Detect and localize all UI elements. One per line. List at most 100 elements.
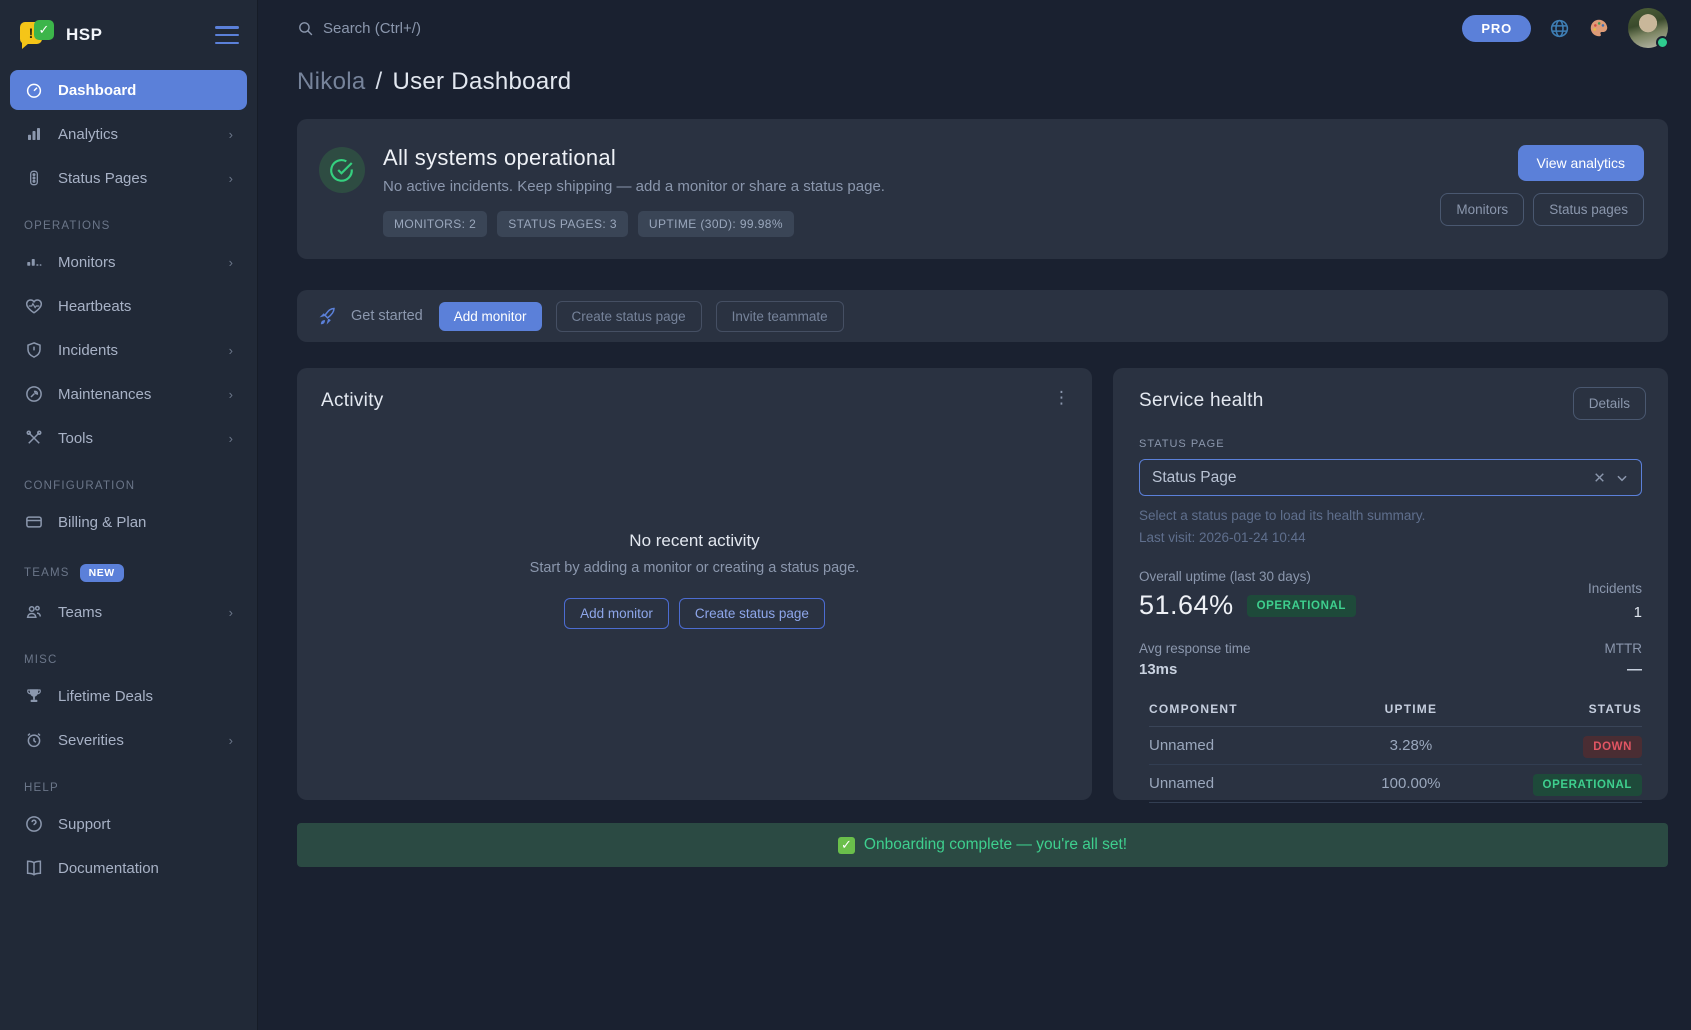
traffic-light-icon [24,169,44,187]
sidebar-item-dashboard[interactable]: Dashboard [10,70,247,110]
sidebar-item-support[interactable]: Support [10,804,247,844]
component-table: COMPONENT UPTIME STATUS Unnamed 3.28% DO… [1149,694,1642,803]
invite-teammate-button[interactable]: Invite teammate [716,301,844,332]
sidebar-section-teams: TEAMS NEW [10,546,247,592]
sidebar-item-heartbeats[interactable]: Heartbeats [10,286,247,326]
uptime-label: Overall uptime (last 30 days) [1139,569,1356,584]
chevron-right-icon: › [229,387,233,402]
rocket-icon [319,307,337,325]
sidebar-item-label: Teams [58,604,102,621]
heartbeat-icon [24,297,44,315]
signal-bars-icon [24,253,44,271]
palette-icon[interactable] [1588,17,1610,39]
sidebar-item-monitors[interactable]: Monitors › [10,242,247,282]
empty-add-monitor-button[interactable]: Add monitor [564,598,669,629]
clear-icon[interactable] [1593,471,1606,484]
sidebar-item-label: Incidents [58,342,118,359]
sidebar-section-help: HELP [10,764,247,804]
sidebar-item-lifetime-deals[interactable]: Lifetime Deals [10,676,247,716]
status-page-select-value: Status Page [1152,469,1236,487]
sidebar-item-documentation[interactable]: Documentation [10,848,247,888]
sidebar-item-label: Analytics [58,126,118,143]
breadcrumb-separator: / [376,68,383,96]
hamburger-menu-icon[interactable] [215,26,239,44]
brand-name: HSP [66,25,215,45]
sidebar-section-misc: MISC [10,636,247,676]
empty-create-status-page-button[interactable]: Create status page [679,598,825,629]
chevron-right-icon: › [229,343,233,358]
down-status-badge: DOWN [1583,736,1642,758]
sidebar-item-billing-plan[interactable]: Billing & Plan [10,502,247,542]
crossed-tools-icon [24,429,44,447]
component-name: Unnamed [1149,775,1334,792]
service-health-title: Service health [1139,390,1642,412]
sidebar-item-label: Heartbeats [58,298,131,315]
sidebar-item-label: Tools [58,430,93,447]
brand: ! ✓ HSP [10,14,247,70]
breadcrumb: Nikola / User Dashboard [297,68,1668,96]
chevron-right-icon: › [229,605,233,620]
chevron-right-icon: › [229,255,233,270]
trophy-icon [24,687,44,705]
onboarding-banner: ✓ Onboarding complete — you're all set! [297,823,1668,867]
globe-icon[interactable] [1549,18,1570,39]
table-row: Unnamed 3.28% DOWN [1149,727,1642,765]
get-started-label: Get started [351,308,423,324]
sidebar-item-severities[interactable]: Severities › [10,720,247,760]
activity-card: Activity ⋮ No recent activity Start by a… [297,368,1092,800]
status-pages-button[interactable]: Status pages [1533,193,1644,226]
sidebar-item-label: Lifetime Deals [58,688,153,705]
check-emoji-icon: ✓ [838,837,855,854]
status-headline: All systems operational [383,145,885,171]
status-subtitle: No active incidents. Keep shipping — add… [383,178,885,195]
operational-badge: OPERATIONAL [1247,595,1356,617]
service-health-card: Service health Details STATUS PAGE Statu… [1113,368,1668,800]
status-page-field-label: STATUS PAGE [1139,438,1642,450]
shield-alert-icon [24,341,44,359]
sidebar-section-operations: OPERATIONS [10,202,247,242]
component-uptime: 100.00% [1334,775,1488,792]
kebab-menu-icon[interactable]: ⋮ [1053,388,1070,408]
question-circle-icon [24,815,44,833]
breadcrumb-parent[interactable]: Nikola [297,68,366,96]
select-helper-text: Select a status page to load its health … [1139,508,1642,523]
sidebar-item-incidents[interactable]: Incidents › [10,330,247,370]
sidebar-item-maintenances[interactable]: Maintenances › [10,374,247,414]
onboarding-banner-text: Onboarding complete — you're all set! [864,836,1127,854]
status-page-select[interactable]: Status Page [1139,459,1642,496]
get-started-bar: Get started Add monitor Create status pa… [297,290,1668,342]
uptime-value: 51.64% [1139,590,1234,621]
mttr-value: — [1605,661,1643,678]
view-analytics-button[interactable]: View analytics [1518,145,1644,181]
chevron-right-icon: › [229,431,233,446]
avg-response-label: Avg response time [1139,641,1251,656]
details-button[interactable]: Details [1573,387,1646,420]
bar-chart-icon [24,125,44,143]
status-pages-count-badge: STATUS PAGES: 3 [497,211,628,237]
monitors-count-badge: MONITORS: 2 [383,211,487,237]
sidebar-item-analytics[interactable]: Analytics › [10,114,247,154]
chevron-down-icon[interactable] [1615,471,1629,485]
book-icon [24,859,44,877]
sidebar-item-label: Severities [58,732,124,749]
uptime-badge: UPTIME (30D): 99.98% [638,211,794,237]
new-badge: NEW [80,564,124,582]
chevron-right-icon: › [229,171,233,186]
sidebar-item-status-pages[interactable]: Status Pages › [10,158,247,198]
pro-badge[interactable]: PRO [1462,15,1531,42]
app-logo-icon[interactable]: ! ✓ [20,20,54,50]
add-monitor-button[interactable]: Add monitor [439,302,542,331]
sidebar-item-teams[interactable]: Teams › [10,592,247,632]
user-avatar[interactable] [1628,8,1668,48]
gauge-icon [24,81,44,99]
credit-card-icon [24,513,44,531]
component-uptime: 3.28% [1334,737,1488,754]
search-input[interactable]: Search (Ctrl+/) [297,20,421,37]
component-name: Unnamed [1149,737,1334,754]
monitors-button[interactable]: Monitors [1440,193,1524,226]
create-status-page-button[interactable]: Create status page [556,301,702,332]
activity-empty-state: No recent activity Start by adding a mon… [321,382,1068,778]
incidents-label: Incidents [1588,581,1642,596]
topbar: Search (Ctrl+/) PRO [297,0,1668,56]
sidebar-item-tools[interactable]: Tools › [10,418,247,458]
